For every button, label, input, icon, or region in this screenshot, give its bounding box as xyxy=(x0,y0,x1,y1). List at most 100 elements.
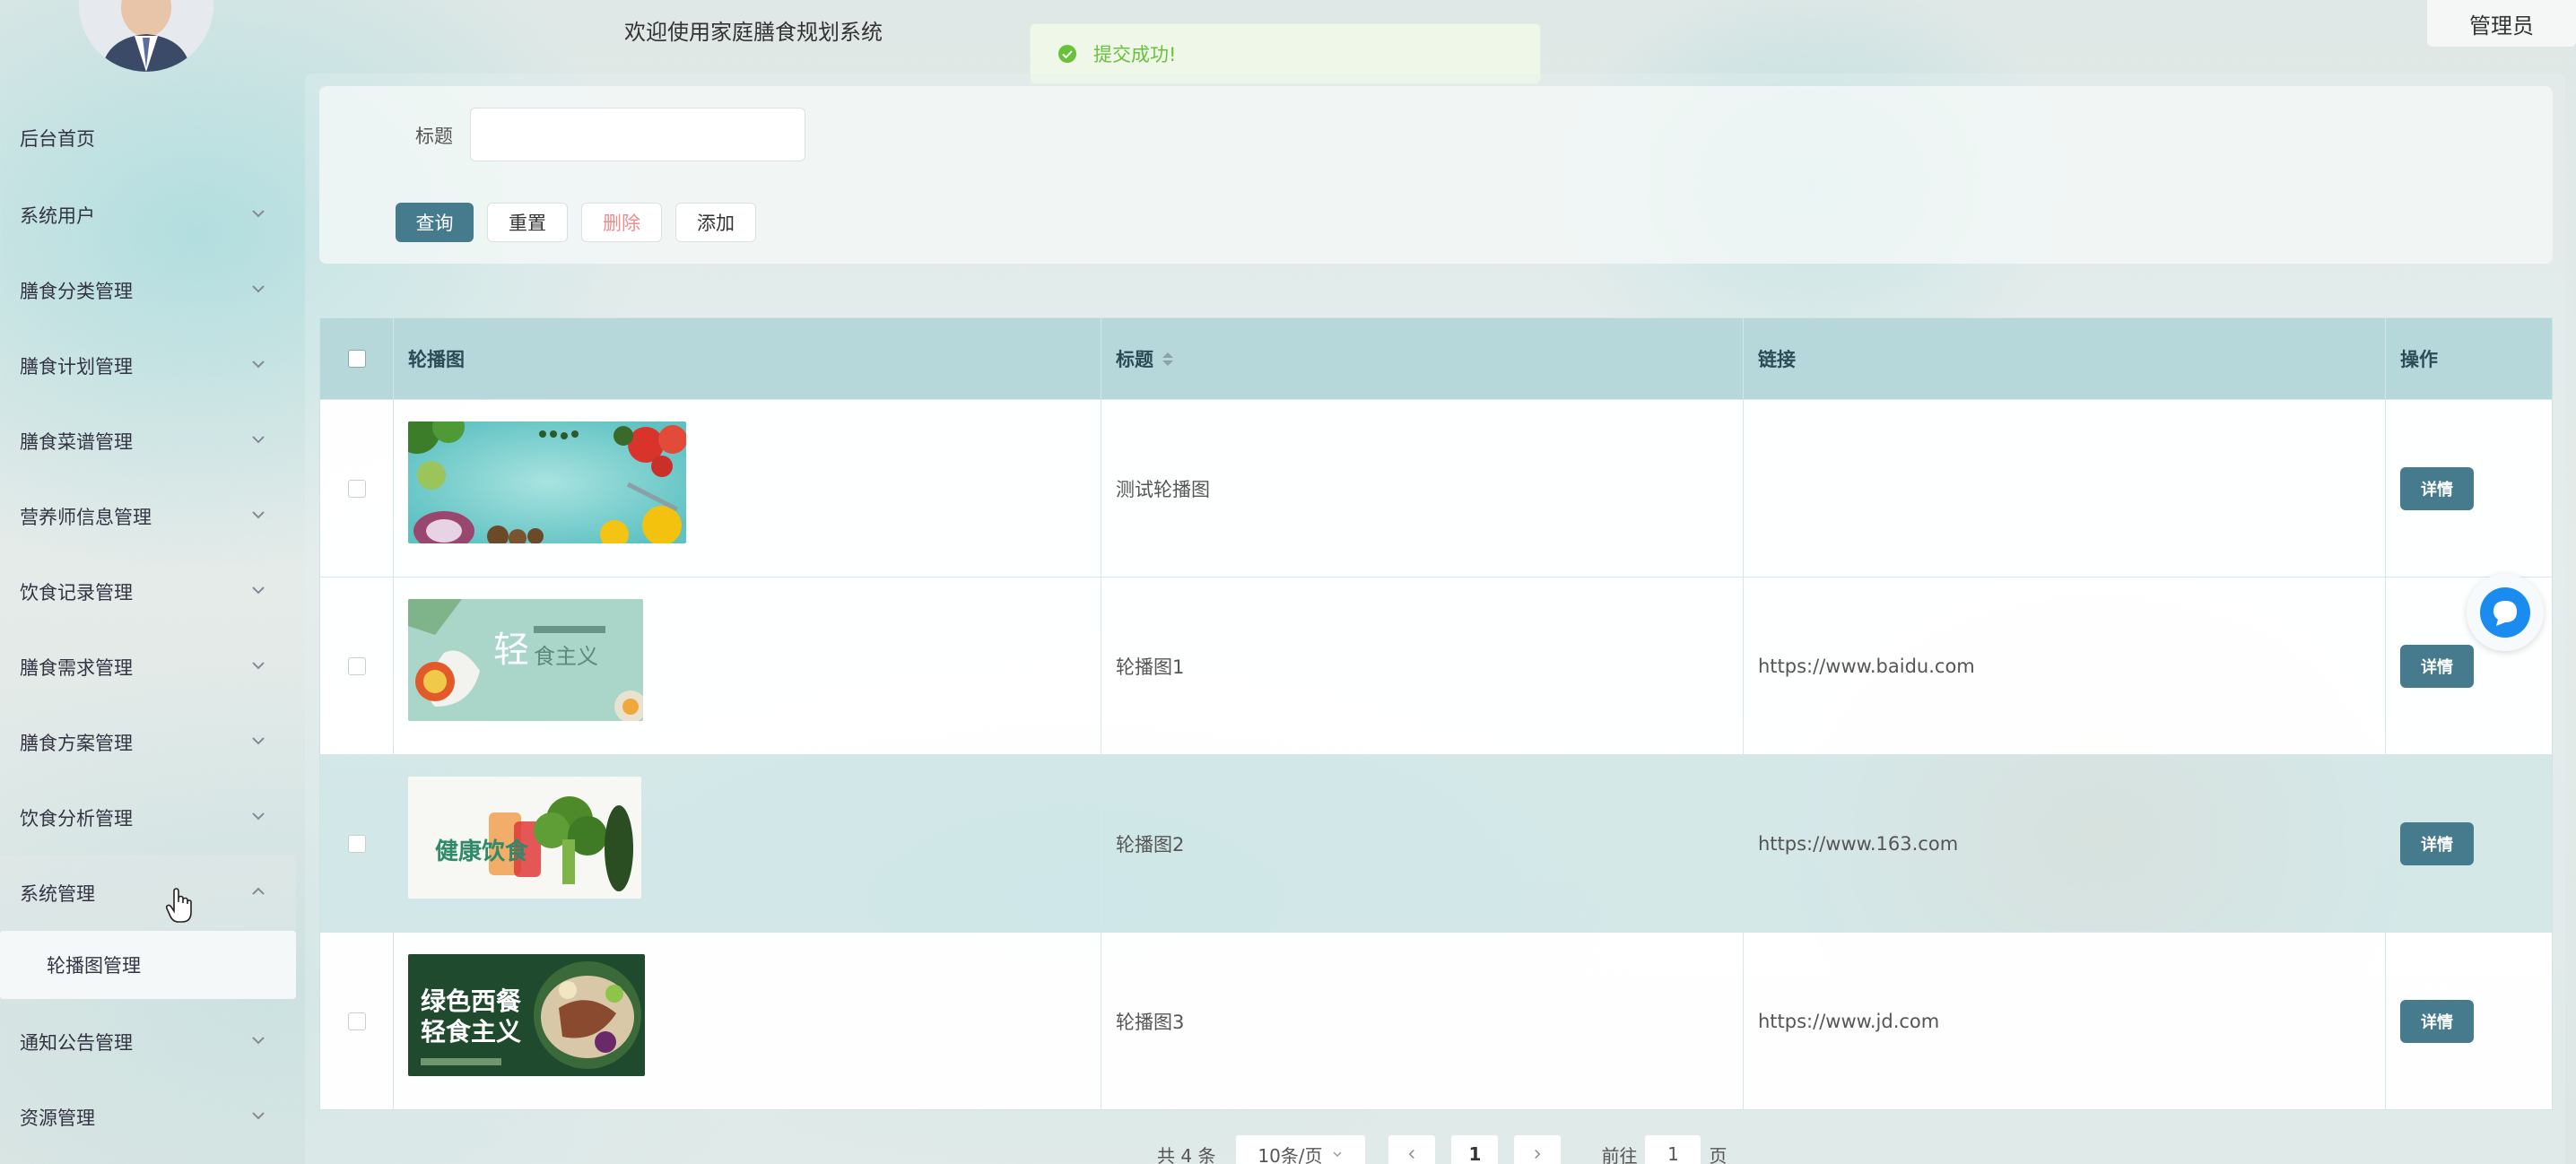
chevron-down-icon xyxy=(1333,1151,1342,1157)
detail-button[interactable]: 详情 xyxy=(2400,645,2474,688)
sidebar-item-system-users[interactable]: 系统用户 xyxy=(0,178,296,253)
sort-icon[interactable] xyxy=(1162,352,1173,366)
carousel-image: 绿色西餐 轻食主义 xyxy=(408,954,645,1076)
carousel-image: 健康饮食 xyxy=(408,777,641,899)
header-select-all xyxy=(320,318,394,399)
sidebar-item-resources[interactable]: 资源管理 xyxy=(0,1080,296,1155)
add-button[interactable]: 添加 xyxy=(675,203,756,242)
page-size-select[interactable]: 10条/页 xyxy=(1235,1134,1367,1164)
welcome-title: 欢迎使用家庭膳食规划系统 xyxy=(624,20,883,45)
next-page-button[interactable] xyxy=(1513,1134,1562,1164)
chevron-down-icon xyxy=(252,285,265,293)
page-size-value: 10条/页 xyxy=(1258,1144,1323,1164)
prev-page-button[interactable] xyxy=(1388,1134,1437,1164)
row-select-cell xyxy=(320,400,394,578)
sidebar-item-label: 系统管理 xyxy=(20,883,95,905)
sidebar-item-label: 膳食计划管理 xyxy=(20,356,133,378)
sidebar-item-system-management[interactable]: 系统管理 xyxy=(0,856,296,931)
title-search-label: 标题 xyxy=(415,126,453,147)
sidebar-item-meal-plan[interactable]: 膳食计划管理 xyxy=(0,328,296,404)
carousel-image xyxy=(408,421,686,543)
sidebar-item-home[interactable]: 后台首页 xyxy=(0,100,296,176)
title-search-input[interactable] xyxy=(470,108,805,161)
page-number-current[interactable]: 1 xyxy=(1450,1134,1500,1164)
title-cell: 轮播图2 xyxy=(1101,755,1744,933)
query-button[interactable]: 查询 xyxy=(396,203,474,242)
carousel-table: 轮播图 标题 链接 操作 测试轮播图 详情 轻 食主义 轮播图1 https:/… xyxy=(319,317,2553,1110)
chat-float-button[interactable] xyxy=(2467,574,2544,651)
carousel-image: 轻 食主义 xyxy=(408,599,643,721)
title-cell: 测试轮播图 xyxy=(1101,400,1744,578)
sidebar-item-meal-scheme[interactable]: 膳食方案管理 xyxy=(0,705,296,780)
chevron-down-icon xyxy=(252,436,265,444)
chevron-down-icon xyxy=(252,662,265,670)
total-count: 共 4 条 xyxy=(1157,1144,1216,1164)
row-select-cell xyxy=(320,755,394,933)
reset-button[interactable]: 重置 xyxy=(487,203,568,242)
action-cell: 详情 xyxy=(2386,933,2552,1110)
sidebar-item-label: 系统用户 xyxy=(20,205,95,227)
banner-text: 轻食主义 xyxy=(421,1017,521,1047)
chat-bubble-icon xyxy=(2480,587,2530,638)
chevron-down-icon xyxy=(252,586,265,595)
sidebar-item-recipe[interactable]: 膳食菜谱管理 xyxy=(0,404,296,479)
select-all-checkbox[interactable] xyxy=(347,350,366,368)
detail-button[interactable]: 详情 xyxy=(2400,1000,2474,1043)
column-header-title[interactable]: 标题 xyxy=(1101,318,1744,399)
action-cell: 详情 xyxy=(2386,755,2552,933)
pagination: 共 4 条 10条/页 1 前往 1 页 xyxy=(1157,1132,1727,1164)
hand-cursor-icon xyxy=(165,888,192,923)
chevron-down-icon xyxy=(252,360,265,369)
chevron-up-icon xyxy=(252,887,265,895)
sidebar-item-label: 饮食分析管理 xyxy=(20,808,133,830)
row-checkbox[interactable] xyxy=(347,1012,366,1030)
sidebar-item-meal-category[interactable]: 膳食分类管理 xyxy=(0,253,296,328)
banner-text: 绿色西餐 xyxy=(421,986,522,1016)
sidebar-item-meal-demand[interactable]: 膳食需求管理 xyxy=(0,630,296,705)
row-select-cell xyxy=(320,578,394,755)
column-header-image: 轮播图 xyxy=(394,318,1101,399)
sidebar-item-diet-record[interactable]: 饮食记录管理 xyxy=(0,554,296,630)
column-header-action: 操作 xyxy=(2400,349,2438,370)
row-checkbox[interactable] xyxy=(347,480,366,498)
detail-button[interactable]: 详情 xyxy=(2400,467,2474,510)
chevron-left-icon xyxy=(1409,1149,1415,1160)
chevron-right-icon xyxy=(1535,1149,1541,1160)
sidebar-item-label: 饮食记录管理 xyxy=(20,582,133,604)
chevron-down-icon xyxy=(252,210,265,218)
chevron-down-icon xyxy=(252,812,265,821)
row-checkbox[interactable] xyxy=(347,657,366,675)
chevron-down-icon xyxy=(252,511,265,519)
delete-button[interactable]: 删除 xyxy=(581,203,662,242)
goto-page-input[interactable]: 1 xyxy=(1644,1134,1702,1164)
link-cell: https://www.jd.com xyxy=(1744,933,2386,1110)
sidebar-item-label: 后台首页 xyxy=(20,128,95,150)
image-cell xyxy=(394,400,1101,578)
sidebar-item-label: 通知公告管理 xyxy=(20,1032,133,1054)
link-cell xyxy=(1744,400,2386,578)
detail-button[interactable]: 详情 xyxy=(2400,822,2474,865)
table-row: 轻 食主义 轮播图1 https://www.baidu.com 详情 xyxy=(320,577,2552,755)
banner-text: 轻 xyxy=(493,630,529,671)
sidebar-item-label: 膳食需求管理 xyxy=(20,657,133,679)
image-cell: 轻 食主义 xyxy=(394,578,1101,755)
sidebar-item-diet-analysis[interactable]: 饮食分析管理 xyxy=(0,780,296,856)
column-header-title-label: 标题 xyxy=(1116,349,1153,370)
image-cell: 健康饮食 xyxy=(394,755,1101,933)
goto-suffix: 页 xyxy=(1709,1144,1727,1164)
banner-text: 健康饮食 xyxy=(435,838,529,865)
sidebar: 后台首页 系统用户 膳食分类管理 膳食计划管理 膳食菜谱管理 营养师信息管理 饮… xyxy=(0,0,305,1164)
user-menu[interactable]: 管理员 xyxy=(2427,0,2576,47)
table-row: 健康饮食 轮播图2 https://www.163.com 详情 xyxy=(320,754,2552,933)
avatar[interactable] xyxy=(79,0,213,72)
row-checkbox[interactable] xyxy=(347,835,366,853)
chevron-down-icon xyxy=(252,1037,265,1045)
check-circle-icon xyxy=(1058,45,1076,63)
sidebar-item-nutritionist[interactable]: 营养师信息管理 xyxy=(0,479,296,554)
sidebar-item-notice[interactable]: 通知公告管理 xyxy=(0,1004,296,1080)
submenu-item-carousel[interactable]: 轮播图管理 xyxy=(0,931,296,999)
title-cell: 轮播图1 xyxy=(1101,578,1744,755)
sidebar-item-label: 膳食方案管理 xyxy=(20,733,133,754)
image-cell: 绿色西餐 轻食主义 xyxy=(394,933,1101,1110)
chevron-down-icon xyxy=(252,1112,265,1120)
